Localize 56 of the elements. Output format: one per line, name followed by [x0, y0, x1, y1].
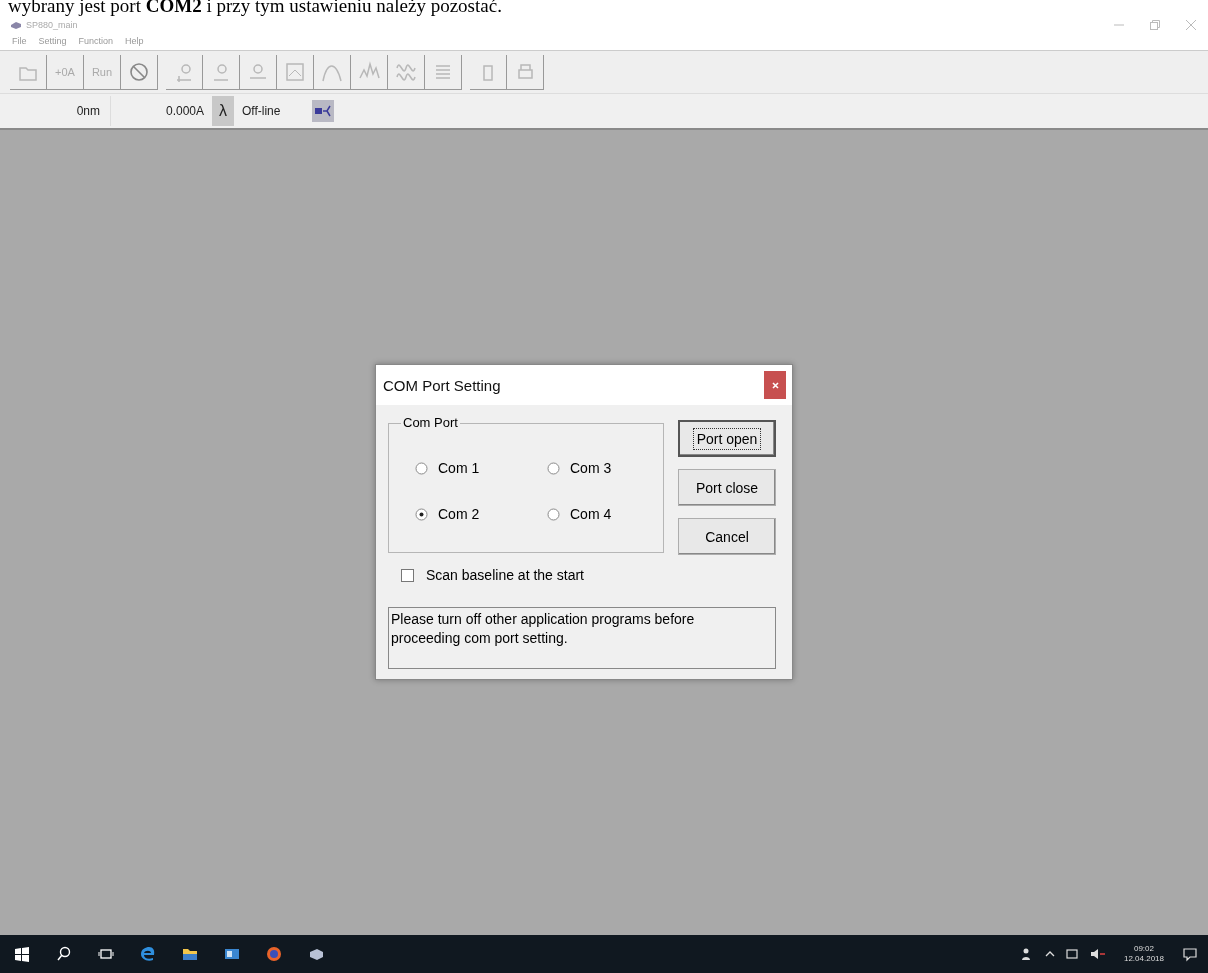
toolbar-button[interactable]	[240, 54, 277, 90]
toolbar-button[interactable]	[121, 54, 158, 90]
close-icon	[771, 381, 779, 389]
radio-label: Com 2	[438, 506, 480, 522]
notifications-icon[interactable]	[1182, 946, 1198, 962]
dialog-button[interactable]: Cancel	[678, 518, 776, 555]
menu-item[interactable]: File	[12, 36, 27, 46]
radio-button[interactable]	[415, 507, 428, 521]
search-icon[interactable]	[56, 946, 72, 962]
dialog-button[interactable]: Port close	[678, 469, 776, 506]
speaker-icon[interactable]	[1089, 947, 1106, 961]
wavelength-readout: 0nm	[10, 96, 111, 126]
radio-button[interactable]	[547, 461, 560, 475]
checkbox-label: Scan baseline at the start	[426, 567, 584, 583]
app-icon	[10, 20, 22, 30]
dialog-button[interactable]: Port open	[678, 420, 776, 457]
close-icon[interactable]	[1186, 20, 1196, 30]
start-icon[interactable]	[14, 946, 30, 962]
connection-status: Off-line	[242, 104, 282, 118]
close-button[interactable]	[764, 371, 786, 399]
browser-icon[interactable]	[140, 946, 156, 962]
radio-button[interactable]	[415, 461, 428, 475]
radio-label: Com 1	[438, 460, 480, 476]
message-text: Please turn off other application programs before proceeding com port setting.	[388, 607, 776, 669]
toolbar-button[interactable]	[507, 54, 544, 90]
app-icon[interactable]	[224, 946, 240, 962]
lambda-label[interactable]: λ	[212, 96, 234, 126]
menu-item[interactable]: Setting	[38, 36, 67, 46]
toolbar-button[interactable]	[166, 54, 203, 90]
toolbar-button[interactable]	[203, 54, 240, 90]
toolbar-button[interactable]	[314, 54, 351, 90]
dialog-title: COM Port Setting	[383, 376, 501, 394]
menu-item[interactable]: Help	[125, 36, 144, 46]
toolbar-button[interactable]	[351, 54, 388, 90]
group-title: Com Port	[401, 415, 460, 430]
folder-icon[interactable]	[182, 946, 198, 962]
toolbar-button[interactable]: Run	[84, 54, 121, 90]
radio-label: Com 3	[570, 460, 612, 476]
task-view-icon[interactable]	[98, 946, 114, 962]
restore-icon[interactable]	[1150, 20, 1160, 30]
absorbance-readout: 0.000A	[164, 104, 204, 118]
toolbar-button[interactable]	[425, 54, 462, 90]
toolbar-button[interactable]	[10, 54, 47, 90]
clock-time: 09:02	[1133, 944, 1154, 954]
toolbar-button[interactable]	[388, 54, 425, 90]
menu-item[interactable]: Function	[78, 36, 114, 46]
connect-icon[interactable]	[312, 100, 334, 122]
toolbar-button[interactable]	[277, 54, 314, 90]
app-icon[interactable]	[308, 946, 324, 962]
toolbar-button[interactable]	[470, 54, 507, 90]
radio-button[interactable]	[547, 507, 560, 521]
checkbox[interactable]	[401, 568, 414, 582]
radio-label: Com 4	[570, 506, 612, 522]
window-title: SP880_main	[26, 20, 78, 30]
clock-date: 12.04.2018	[1123, 954, 1164, 964]
toolbar-button[interactable]: +0A	[47, 54, 84, 90]
